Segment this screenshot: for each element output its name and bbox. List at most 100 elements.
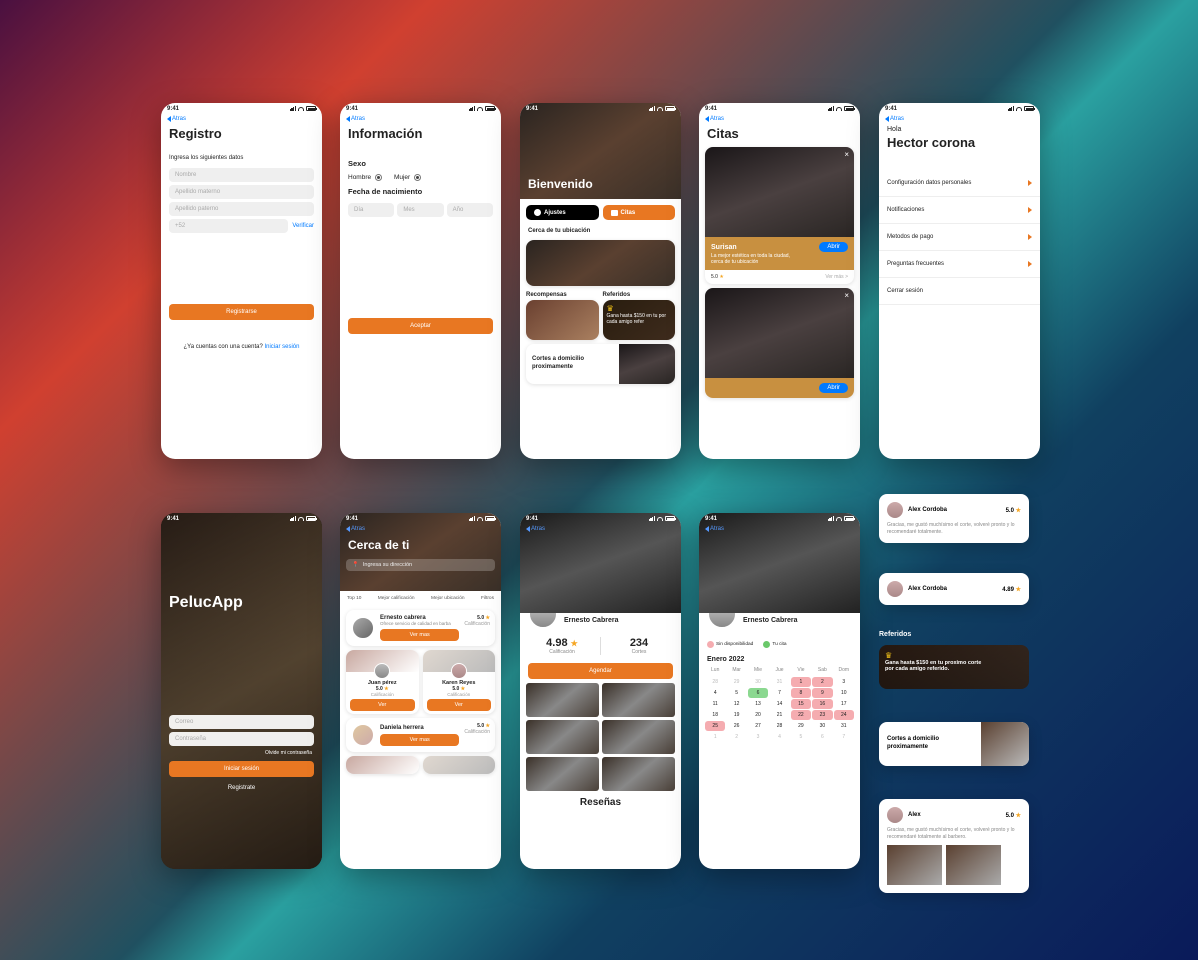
chevron-right-icon: [1028, 180, 1032, 186]
page-title: Información: [340, 124, 501, 143]
iniciar-sesion-link[interactable]: Iniciar sesión: [264, 344, 299, 350]
home-service-card[interactable]: Cortes a domicilio proximamente: [526, 344, 675, 384]
nombre-field[interactable]: Nombre: [169, 168, 314, 182]
password-field[interactable]: Contraseña: [169, 732, 314, 746]
radio-mujer[interactable]: Mujer: [394, 174, 421, 181]
review-image[interactable]: [946, 845, 1001, 885]
chevron-left-icon: [885, 116, 889, 122]
referidos-card[interactable]: ♛ Gana hasta $150 en tu proximo corte po…: [879, 645, 1029, 689]
ver-button[interactable]: Ver: [427, 699, 492, 711]
hola-label: Hola: [879, 124, 1040, 135]
apellido-paterno-field[interactable]: Apellido paterno: [169, 202, 314, 216]
gallery-image[interactable]: [602, 757, 675, 791]
barber-card-2[interactable]: Juan pérez 5.0 ★ Calificación Ver: [346, 650, 419, 714]
filter-top10[interactable]: Top 10: [347, 596, 361, 601]
rating-label: Calificación: [350, 692, 415, 697]
rating-value: 4.98 ★: [524, 637, 600, 649]
calendar-grid[interactable]: 28293031123 45678910 11121314151617 1819…: [699, 675, 860, 744]
registrate-link[interactable]: Registrate: [161, 781, 322, 795]
row-cerrar-sesion[interactable]: Cerrar sesión: [879, 278, 1040, 305]
page-title: Registro: [161, 124, 322, 143]
citas-button[interactable]: Citas: [603, 205, 676, 220]
barber-card-1[interactable]: Ernesto cabrera Ofrece servicio de calid…: [346, 610, 495, 646]
registrarse-button[interactable]: Registrarse: [169, 304, 314, 320]
ver-mas-button[interactable]: Ver mas: [380, 629, 459, 641]
row-config-datos[interactable]: Configuración datos personales: [879, 170, 1040, 197]
forgot-link[interactable]: Olvide mi contraseña: [161, 749, 322, 757]
abrir-button[interactable]: Abrir: [819, 383, 848, 393]
dia-field[interactable]: Día: [348, 203, 394, 217]
calendar-icon: [611, 210, 618, 216]
card-image: [981, 722, 1029, 766]
ajustes-button[interactable]: Ajustes: [526, 205, 599, 220]
back-button[interactable]: Atras: [161, 114, 322, 124]
ver-mas-link[interactable]: Ver más >: [825, 274, 848, 280]
close-icon[interactable]: ×: [844, 150, 849, 159]
gallery-image[interactable]: [526, 757, 599, 791]
review-text: Gracias, me gustó muchísimo el corte, vo…: [887, 522, 1021, 535]
row-preguntas[interactable]: Preguntas frecuentes: [879, 251, 1040, 278]
cita-card-1[interactable]: × Surisan Abrir La mejor estética en tod…: [705, 147, 854, 284]
barber-card-3[interactable]: Karen Reyes 5.0 ★ Calificación Ver: [423, 650, 496, 714]
cuts-value: 234: [601, 637, 677, 649]
gallery-image[interactable]: [602, 720, 675, 754]
ver-button[interactable]: Ver: [350, 699, 415, 711]
cerca-card[interactable]: [526, 240, 675, 286]
filter-ubicacion[interactable]: Mejor ubicación: [431, 596, 465, 601]
sexo-label: Sexo: [340, 143, 501, 172]
verify-button[interactable]: Verificar: [292, 223, 314, 229]
gallery-image[interactable]: [602, 683, 675, 717]
back-button[interactable]: Atras: [879, 114, 1040, 124]
crown-icon: ♛: [607, 304, 672, 313]
radio-hombre[interactable]: Hombre: [348, 174, 382, 181]
back-button[interactable]: Atras: [520, 524, 681, 534]
app-title: PelucApp: [161, 524, 322, 622]
radio-icon: [375, 174, 382, 181]
barber-card-5[interactable]: [346, 756, 419, 774]
row-metodos-pago[interactable]: Metodos de pago: [879, 224, 1040, 251]
gear-icon: [534, 209, 541, 216]
reviewer-avatar: [887, 807, 903, 823]
home-service-card[interactable]: Cortes a domicilio proximamente: [879, 722, 1029, 766]
abrir-button[interactable]: Abrir: [819, 242, 848, 252]
rating: 5.0 ★: [711, 274, 724, 280]
barber-name: Ernesto Cabrera: [743, 617, 797, 624]
ver-mas-button[interactable]: Ver mas: [380, 734, 459, 746]
apellido-materno-field[interactable]: Apellido materno: [169, 185, 314, 199]
gallery-image[interactable]: [526, 683, 599, 717]
correo-field[interactable]: Correo: [169, 715, 314, 729]
close-icon[interactable]: ×: [844, 291, 849, 300]
location-icon: 📍: [352, 562, 359, 568]
barber-card-6[interactable]: [423, 756, 496, 774]
back-label: Atras: [710, 526, 724, 532]
review-image[interactable]: [887, 845, 942, 885]
barber-card-4[interactable]: Daniela herrera Ver mas 5.0 ★ Calificaci…: [346, 718, 495, 752]
screen-login: 9:41 PelucApp Correo Contraseña Olvide m…: [161, 513, 322, 869]
chevron-right-icon: [1028, 261, 1032, 267]
iniciar-sesion-button[interactable]: Iniciar sesión: [169, 761, 314, 777]
ano-field[interactable]: Año: [447, 203, 493, 217]
chevron-left-icon: [346, 526, 350, 532]
row-notificaciones[interactable]: Notificaciones: [879, 197, 1040, 224]
reviewer-avatar: [887, 581, 903, 597]
address-input[interactable]: 📍Ingresa su dirección: [346, 559, 495, 571]
mes-field[interactable]: Mes: [397, 203, 443, 217]
back-button[interactable]: Atras: [699, 524, 860, 534]
back-label: Atras: [351, 526, 365, 532]
gallery-image[interactable]: [526, 720, 599, 754]
aceptar-button[interactable]: Aceptar: [348, 318, 493, 334]
referidos-card[interactable]: ♛ Gana hasta $150 en tu por cada amigo r…: [603, 300, 676, 340]
legend-available: Tu cita: [763, 641, 786, 648]
rating: 5.0 ★: [1006, 812, 1021, 819]
cita-card-2[interactable]: × Abrir: [705, 288, 854, 398]
back-button[interactable]: Atras: [699, 114, 860, 124]
reviewer-name: Alex Cordoba: [908, 586, 947, 592]
review-card-1: Alex Cordoba 5.0 ★ Gracias, me gustó muc…: [879, 494, 1029, 543]
back-button[interactable]: Atras: [340, 114, 501, 124]
recompensas-card[interactable]: [526, 300, 599, 340]
filter-calificacion[interactable]: Mejor calificación: [378, 596, 415, 601]
back-button[interactable]: Atras: [340, 524, 501, 534]
phone-field[interactable]: +52: [169, 219, 288, 233]
filter-filtros[interactable]: Filtros: [481, 596, 494, 601]
agendar-button[interactable]: Agendar: [528, 663, 673, 679]
